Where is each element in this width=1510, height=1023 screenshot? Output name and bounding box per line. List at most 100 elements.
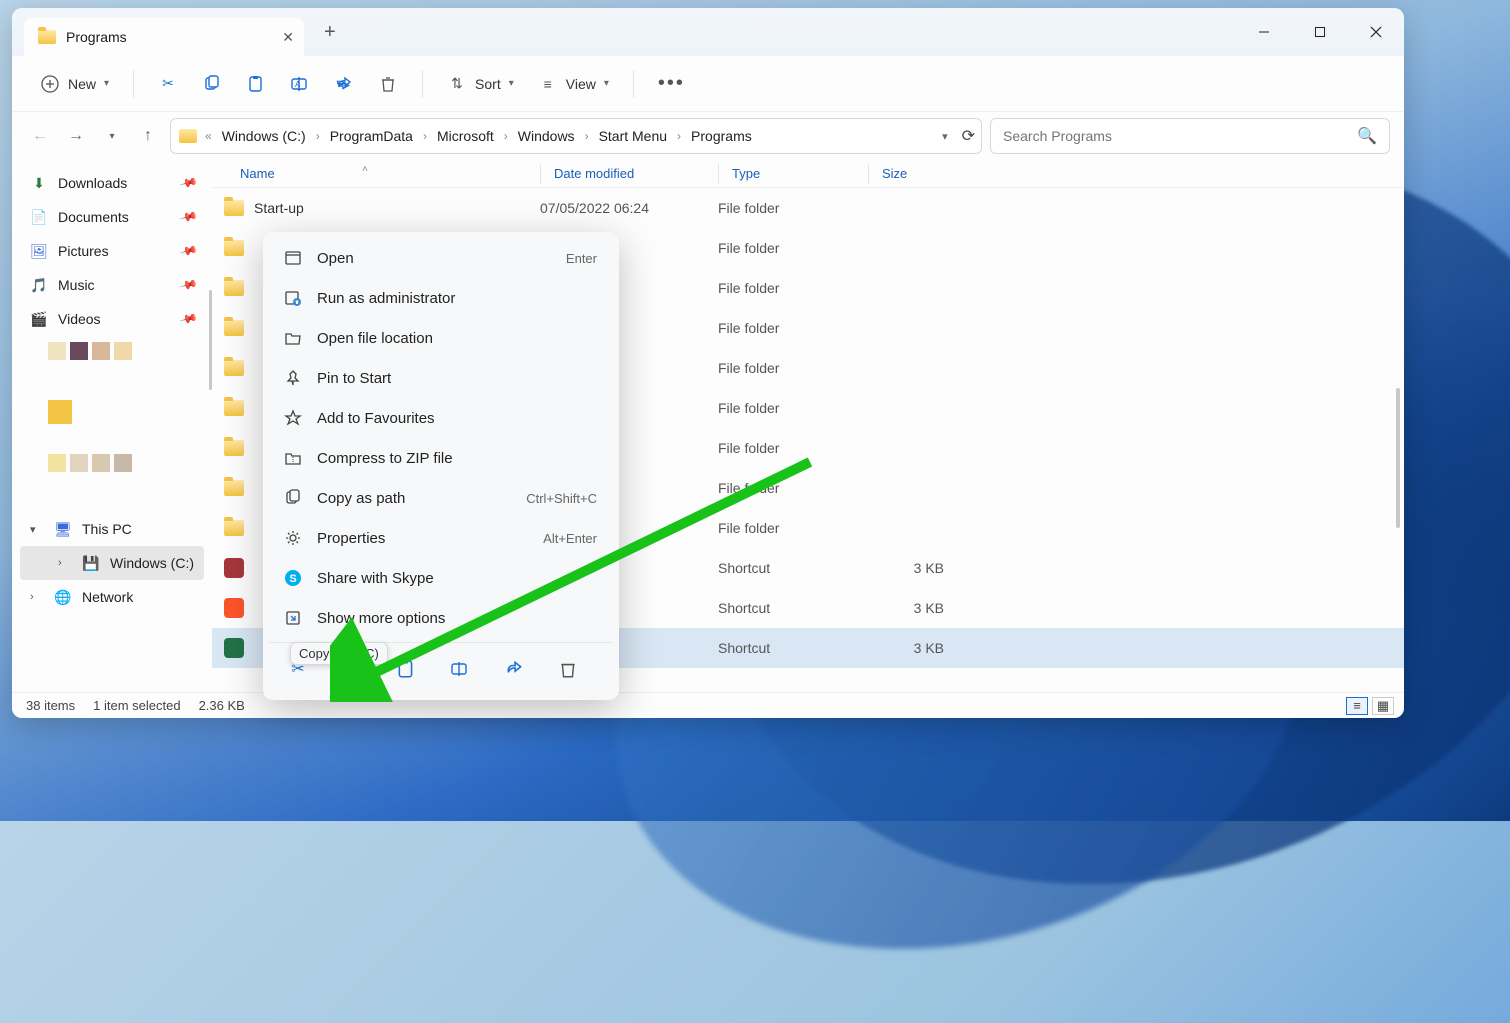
ctx-item-label: Open xyxy=(317,250,354,267)
trash-icon xyxy=(378,74,398,94)
titlebar[interactable]: Programs ✕ + xyxy=(12,8,1404,56)
details-view-toggle[interactable]: ≡ xyxy=(1346,697,1368,715)
file-type: File folder xyxy=(718,400,868,416)
status-size: 2.36 KB xyxy=(199,698,245,713)
ctx-item-open[interactable]: Open Enter xyxy=(269,238,613,278)
ctx-item-path[interactable]: Copy as pathCtrl+Shift+C xyxy=(269,478,613,518)
rename-icon xyxy=(449,660,471,678)
tooltip: Copy (Ctrl+C) xyxy=(290,642,388,665)
file-type: File folder xyxy=(718,440,868,456)
file-row[interactable]: Start-up07/05/2022 06:24File folder xyxy=(212,188,1404,228)
breadcrumb-item[interactable]: ProgramData xyxy=(324,124,419,148)
up-button[interactable]: ↑ xyxy=(134,122,162,150)
thumbnails-view-toggle[interactable]: ▦ xyxy=(1372,697,1394,715)
search-input[interactable] xyxy=(1003,128,1377,144)
close-tab-icon[interactable]: ✕ xyxy=(282,29,294,46)
column-name[interactable]: Name˄ xyxy=(212,166,540,181)
paste-button[interactable] xyxy=(236,66,276,102)
rename-button[interactable]: A xyxy=(280,66,320,102)
breadcrumb-overflow[interactable]: « xyxy=(203,129,214,143)
file-type: File folder xyxy=(718,360,868,376)
ctx-item-label: Open file location xyxy=(317,330,433,347)
chevron-right-icon: › xyxy=(30,591,44,603)
share-button[interactable] xyxy=(324,66,364,102)
status-bar: 38 items 1 item selected 2.36 KB ≡ ▦ xyxy=(12,692,1404,718)
file-type: File folder xyxy=(718,280,868,296)
sidebar-item-this-pc[interactable]: ▾🖥This PC xyxy=(20,512,204,546)
forward-button[interactable]: → xyxy=(62,122,90,150)
ctx-item-label: Properties xyxy=(317,530,385,547)
ctx-item-pin[interactable]: Pin to Start xyxy=(269,358,613,398)
copy-button[interactable] xyxy=(192,66,232,102)
zip-icon xyxy=(283,448,303,468)
ctx-item-zip[interactable]: Compress to ZIP file xyxy=(269,438,613,478)
new-button[interactable]: New ▾ xyxy=(30,66,119,102)
sidebar-item-network[interactable]: ›🌐Network xyxy=(20,580,204,614)
sidebar-item-documents[interactable]: 📄Documents📌 xyxy=(20,200,204,234)
ctx-item-label: Share with Skype xyxy=(317,570,434,587)
minimize-button[interactable] xyxy=(1236,8,1292,56)
ctx-delete-button[interactable] xyxy=(549,650,587,688)
scrollbar[interactable] xyxy=(1396,388,1400,528)
chevron-down-icon: ▾ xyxy=(509,78,514,89)
more-icon xyxy=(283,608,303,628)
column-type[interactable]: Type xyxy=(718,166,868,181)
breadcrumb-item[interactable]: Microsoft xyxy=(431,124,500,148)
cut-button[interactable]: ✂ xyxy=(148,66,188,102)
more-icon: ••• xyxy=(658,72,685,95)
tab-programs[interactable]: Programs ✕ xyxy=(24,18,304,56)
status-item-count: 38 items xyxy=(26,698,75,713)
ctx-item-skype[interactable]: S Share with Skype xyxy=(269,558,613,598)
folder-icon xyxy=(224,400,244,416)
sidebar-item-music[interactable]: 🎵Music📌 xyxy=(20,268,204,302)
column-size[interactable]: Size xyxy=(868,166,968,181)
ctx-item-star[interactable]: Add to Favourites xyxy=(269,398,613,438)
chevron-down-icon[interactable]: ▾ xyxy=(942,130,948,143)
folder-icon xyxy=(224,320,244,336)
ctx-share-button[interactable] xyxy=(495,650,533,688)
ctx-shortcut: Enter xyxy=(566,251,597,266)
folder-icon xyxy=(224,200,244,216)
ctx-item-folderopen[interactable]: Open file location xyxy=(269,318,613,358)
sidebar-item-downloads[interactable]: ⬇Downloads📌 xyxy=(20,166,204,200)
pin-icon: 📌 xyxy=(179,309,199,329)
breadcrumb-item[interactable]: Windows xyxy=(512,124,581,148)
sidebar-item-drive-c[interactable]: ›💾Windows (C:) xyxy=(20,546,204,580)
maximize-button[interactable] xyxy=(1292,8,1348,56)
ctx-item-label: Pin to Start xyxy=(317,370,391,387)
column-date[interactable]: Date modified xyxy=(540,166,718,181)
trash-icon xyxy=(558,659,578,679)
delete-button[interactable] xyxy=(368,66,408,102)
sidebar-item-videos[interactable]: 🎬Videos📌 xyxy=(20,302,204,336)
breadcrumb-item[interactable]: Programs xyxy=(685,124,758,148)
chevron-down-icon: ▾ xyxy=(30,523,44,536)
breadcrumb-item[interactable]: Windows (C:) xyxy=(216,124,312,148)
file-type: File folder xyxy=(718,480,868,496)
ctx-item-admin[interactable]: Run as administrator xyxy=(269,278,613,318)
more-button[interactable]: ••• xyxy=(648,66,695,102)
pictures-icon: 🖼 xyxy=(30,242,48,260)
breadcrumb[interactable]: « Windows (C:)› ProgramData› Microsoft› … xyxy=(170,118,982,154)
search-box[interactable]: 🔍 xyxy=(990,118,1390,154)
new-tab-button[interactable]: + xyxy=(314,15,346,50)
props-icon xyxy=(283,528,303,548)
ctx-item-label: Compress to ZIP file xyxy=(317,450,453,467)
view-button[interactable]: ≡ View ▾ xyxy=(528,66,619,102)
ctx-item-props[interactable]: PropertiesAlt+Enter xyxy=(269,518,613,558)
svg-text:S: S xyxy=(289,573,296,585)
ctx-item-more[interactable]: Show more options xyxy=(269,598,613,638)
chevron-down-icon: ▾ xyxy=(104,78,109,89)
back-button[interactable]: ← xyxy=(26,122,54,150)
recent-locations-button[interactable]: ▾ xyxy=(98,122,126,150)
access-icon xyxy=(224,558,244,578)
close-window-button[interactable] xyxy=(1348,8,1404,56)
ctx-item-label: Run as administrator xyxy=(317,290,455,307)
ctx-paste-button[interactable] xyxy=(387,650,425,688)
refresh-button[interactable]: ⟳ xyxy=(962,126,975,146)
ctx-rename-button[interactable] xyxy=(441,650,479,688)
sidebar-item-pictures[interactable]: 🖼Pictures📌 xyxy=(20,234,204,268)
sort-button[interactable]: ⇅ Sort ▾ xyxy=(437,66,524,102)
breadcrumb-item[interactable]: Start Menu xyxy=(593,124,673,148)
ctx-item-label: Show more options xyxy=(317,610,445,627)
ctx-item-label: Add to Favourites xyxy=(317,410,435,427)
